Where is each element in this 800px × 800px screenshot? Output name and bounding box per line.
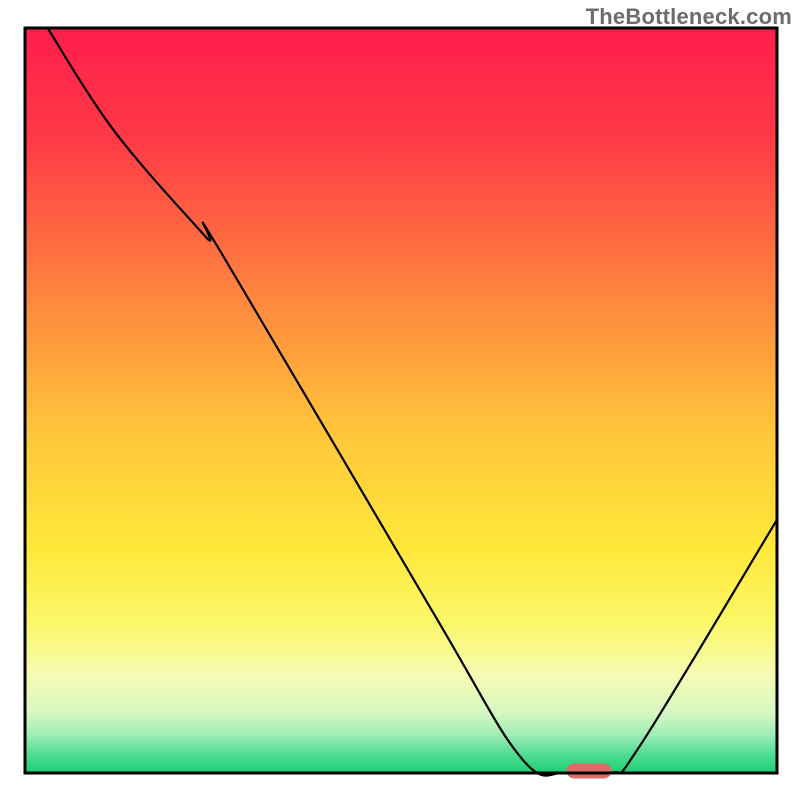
watermark-text: TheBottleneck.com (586, 4, 792, 30)
bottleneck-chart (0, 0, 800, 800)
plot-background (25, 28, 777, 773)
optimal-marker (566, 764, 611, 779)
chart-container: TheBottleneck.com (0, 0, 800, 800)
